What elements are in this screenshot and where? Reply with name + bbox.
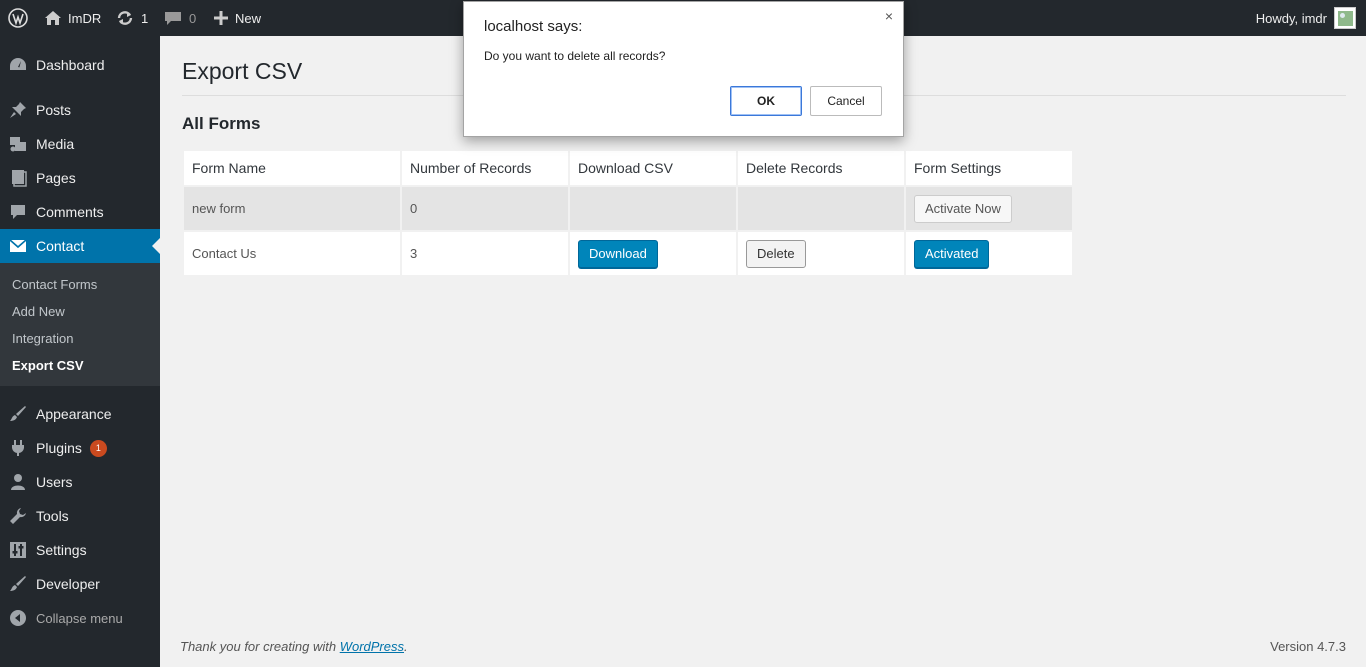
howdy-label: Howdy, imdr	[1255, 10, 1327, 26]
comments-count: 0	[189, 10, 197, 26]
download-cell	[570, 187, 736, 230]
wrench-icon	[0, 507, 36, 525]
dialog-message: Do you want to delete all records?	[484, 49, 666, 63]
new-content-link[interactable]: New	[213, 0, 261, 36]
form-name-cell: new form	[184, 187, 400, 230]
download-cell: Download	[570, 232, 736, 275]
menu-label: Developer	[36, 576, 100, 592]
menu-item-settings[interactable]: Settings	[0, 533, 160, 567]
menu-label: Comments	[36, 204, 104, 220]
contact-submenu: Contact Forms Add New Integration Export…	[0, 263, 160, 386]
submenu-item-export-csv[interactable]: Export CSV	[12, 358, 84, 373]
confirm-dialog: localhost says: × Do you want to delete …	[463, 1, 904, 137]
site-name-label: ImDR	[68, 10, 102, 26]
users-icon	[0, 473, 36, 491]
menu-item-developer[interactable]: Developer	[0, 567, 160, 601]
section-title: All Forms	[182, 114, 261, 133]
footer-thanks: Thank you for creating with WordPress.	[180, 639, 408, 654]
menu-label: Posts	[36, 102, 72, 118]
column-header-download-csv: Download CSV	[570, 151, 736, 185]
settings-icon	[0, 541, 36, 559]
menu-item-media[interactable]: Media	[0, 127, 160, 161]
wordpress-link[interactable]: WordPress	[340, 639, 404, 654]
dialog-title: localhost says:	[484, 18, 583, 35]
brush-icon	[0, 575, 36, 593]
menu-label: Media	[36, 136, 75, 152]
table-row: new form 0 Activate Now	[184, 187, 1072, 230]
my-account[interactable]: Howdy, imdr	[1256, 0, 1356, 36]
dashboard-icon	[0, 56, 36, 74]
avatar	[1334, 7, 1356, 29]
menu-label: Appearance	[36, 406, 112, 422]
records-count-cell: 0	[402, 187, 568, 230]
comments-link[interactable]: 0	[164, 0, 196, 36]
table-row: Contact Us 3 Download Delete Activated	[184, 232, 1072, 275]
updates-link[interactable]: 1	[116, 0, 148, 36]
collapse-menu-button[interactable]: Collapse menu	[0, 601, 160, 635]
column-header-form-name: Form Name	[184, 151, 400, 185]
home-icon	[45, 11, 61, 25]
admin-menu: Dashboard Posts Media Pages Comments Con…	[0, 36, 160, 667]
ok-button[interactable]: OK	[730, 86, 802, 116]
plus-icon	[214, 11, 228, 25]
submenu-item-add-new[interactable]: Add New	[12, 304, 65, 319]
collapse-label: Collapse menu	[36, 610, 123, 626]
form-name-cell: Contact Us	[184, 232, 400, 275]
menu-item-tools[interactable]: Tools	[0, 499, 160, 533]
settings-cell: Activate Now	[906, 187, 1072, 230]
pages-icon	[0, 169, 36, 187]
menu-label: Settings	[36, 542, 87, 558]
menu-item-contact[interactable]: Contact	[0, 229, 160, 263]
table-header-row: Form Name Number of Records Download CSV…	[184, 151, 1072, 185]
menu-item-dashboard[interactable]: Dashboard	[0, 48, 160, 82]
menu-label: Plugins	[36, 440, 82, 456]
column-header-number-of-records: Number of Records	[402, 151, 568, 185]
settings-cell: Activated	[906, 232, 1072, 275]
records-count-cell: 3	[402, 232, 568, 275]
download-button[interactable]: Download	[578, 239, 658, 268]
plugins-icon	[0, 439, 36, 457]
menu-label: Dashboard	[36, 57, 105, 73]
activated-button[interactable]: Activated	[914, 239, 990, 268]
forms-table: Form Name Number of Records Download CSV…	[182, 149, 1074, 277]
media-icon	[0, 135, 36, 153]
footer-suffix: .	[404, 639, 408, 654]
menu-label: Users	[36, 474, 73, 490]
column-header-delete-records: Delete Records	[738, 151, 904, 185]
site-name-link[interactable]: ImDR	[44, 0, 101, 36]
pin-icon	[0, 101, 36, 119]
menu-label: Pages	[36, 170, 76, 186]
collapse-icon	[0, 609, 36, 627]
column-header-form-settings: Form Settings	[906, 151, 1072, 185]
menu-item-plugins[interactable]: Plugins 1	[0, 431, 160, 465]
menu-item-comments[interactable]: Comments	[0, 195, 160, 229]
menu-label: Tools	[36, 508, 69, 524]
menu-item-posts[interactable]: Posts	[0, 93, 160, 127]
updates-count: 1	[141, 10, 149, 26]
cancel-button[interactable]: Cancel	[810, 86, 882, 116]
new-label: New	[235, 10, 262, 26]
delete-button[interactable]: Delete	[746, 239, 806, 268]
menu-item-pages[interactable]: Pages	[0, 161, 160, 195]
menu-item-users[interactable]: Users	[0, 465, 160, 499]
plugins-update-badge: 1	[89, 439, 107, 457]
menu-item-appearance[interactable]: Appearance	[0, 397, 160, 431]
activate-now-button[interactable]: Activate Now	[914, 194, 1012, 223]
close-icon[interactable]: ×	[885, 8, 893, 24]
footer-thanks-prefix: Thank you for creating with	[180, 639, 340, 654]
version-label: Version 4.7.3	[1270, 639, 1346, 654]
menu-label: Contact	[36, 238, 85, 254]
delete-cell: Delete	[738, 232, 904, 275]
comments-icon	[0, 203, 36, 221]
mail-icon	[0, 238, 36, 254]
submenu-item-integration[interactable]: Integration	[12, 331, 73, 346]
updates-icon	[117, 11, 133, 25]
brush-icon	[0, 405, 36, 423]
submenu-item-contact-forms[interactable]: Contact Forms	[12, 277, 97, 292]
page-title: Export CSV	[182, 58, 303, 84]
delete-cell	[738, 187, 904, 230]
wordpress-logo-icon[interactable]	[8, 0, 28, 36]
comment-icon	[165, 12, 181, 25]
